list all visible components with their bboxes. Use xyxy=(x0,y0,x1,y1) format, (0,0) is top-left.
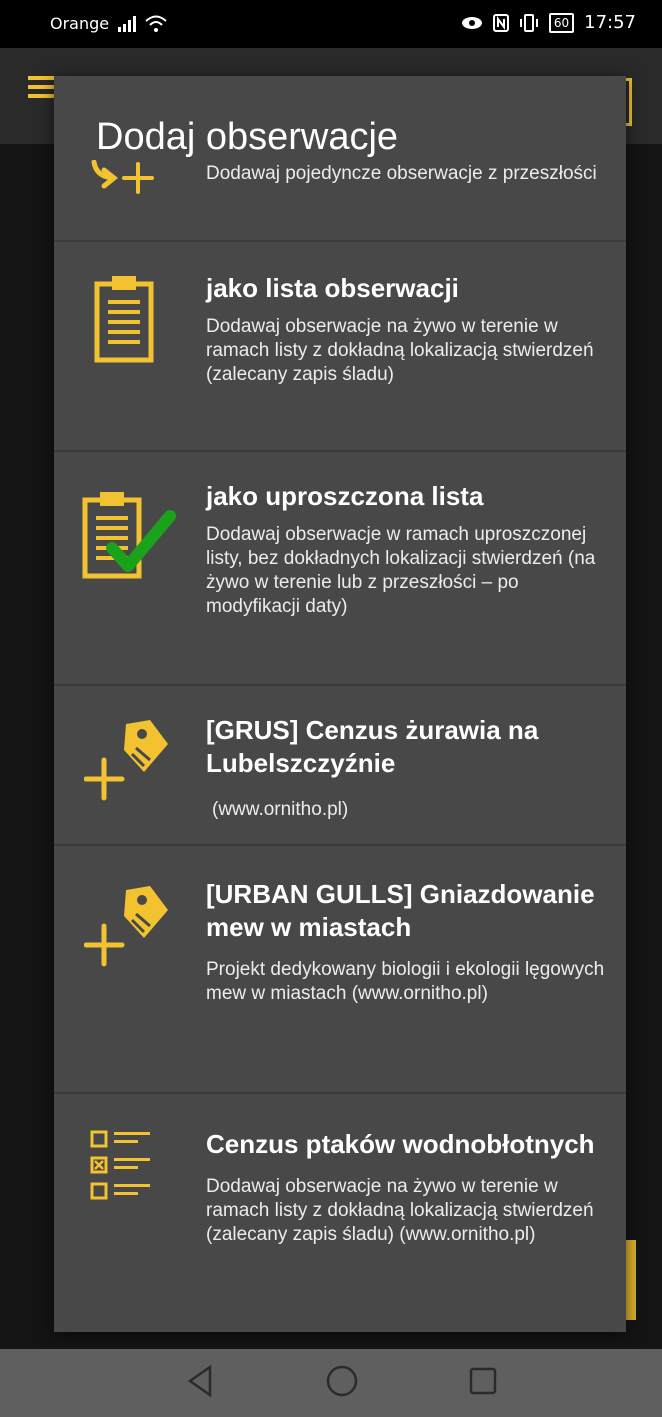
back-button[interactable] xyxy=(186,1363,214,1403)
item-description: Dodawaj pojedyncze obserwacje z przeszło… xyxy=(206,163,597,184)
eye-icon xyxy=(461,16,482,29)
item-description: Dodawaj obserwacje na żywo w terenie w r… xyxy=(206,316,594,385)
menu-item-observation-list[interactable]: jako lista obserwacji Dodawaj obserwacje… xyxy=(54,242,626,452)
back-icon xyxy=(187,1364,212,1398)
home-button[interactable] xyxy=(324,1363,360,1403)
menu-item-grus-census[interactable]: [GRUS] Cenzus żurawia na Lubelszczyźnie … xyxy=(54,686,626,846)
dialog-title: Dodaj obserwacje xyxy=(96,116,399,158)
recent-apps-icon xyxy=(469,1367,497,1395)
nfc-icon xyxy=(492,13,509,32)
battery-icon: 60 xyxy=(548,12,575,33)
phone-arrow-plus-icon xyxy=(78,159,158,200)
recent-apps-button[interactable] xyxy=(468,1363,498,1403)
item-title: jako uproszczona lista xyxy=(206,481,484,511)
menu-item-past-observations[interactable]: Dodawaj pojedyncze obserwacje z przeszło… xyxy=(54,159,626,242)
signal-icon xyxy=(118,15,137,32)
system-nav-bar xyxy=(0,1349,662,1417)
item-title: [GRUS] Cenzus żurawia na Lubelszczyźnie xyxy=(206,715,539,778)
tag-plus-icon xyxy=(83,882,174,976)
item-description: Dodawaj obserwacje na żywo w terenie w r… xyxy=(206,1176,594,1245)
status-bar: Orange 60 17:57 xyxy=(0,0,662,48)
menu-icon[interactable] xyxy=(28,76,54,80)
item-title: [URBAN GULLS] Gniazdowanie mew w miastac… xyxy=(206,879,595,942)
wifi-icon xyxy=(145,15,167,32)
battery-level: 60 xyxy=(553,15,570,30)
carrier-label: Orange xyxy=(50,14,110,33)
menu-item-simplified-list[interactable]: jako uproszczona lista Dodawaj obserwacj… xyxy=(54,452,626,686)
tag-plus-icon xyxy=(83,716,174,810)
item-title: Cenzus ptaków wodnobłotnych xyxy=(206,1129,595,1159)
clock: 17:57 xyxy=(584,12,636,33)
add-observation-dialog: Dodaj obserwacje Dodawaj pojedyncze obse… xyxy=(54,76,626,1332)
clipboard-list-icon xyxy=(94,274,154,368)
clipboard-check-icon xyxy=(82,490,182,584)
menu-item-wetland-census[interactable]: Cenzus ptaków wodnobłotnych Dodawaj obse… xyxy=(54,1094,626,1332)
item-title: jako lista obserwacji xyxy=(206,273,459,303)
item-description: Dodawaj obserwacje w ramach uproszczonej… xyxy=(206,524,596,617)
checklist-icon xyxy=(90,1128,160,1212)
home-icon xyxy=(326,1365,358,1397)
item-description: Projekt dedykowany biologii i ekologii l… xyxy=(206,959,605,1004)
item-description: (www.ornitho.pl) xyxy=(212,799,349,820)
vibrate-icon xyxy=(519,13,538,32)
menu-item-urban-gulls[interactable]: [URBAN GULLS] Gniazdowanie mew w miastac… xyxy=(54,846,626,1094)
